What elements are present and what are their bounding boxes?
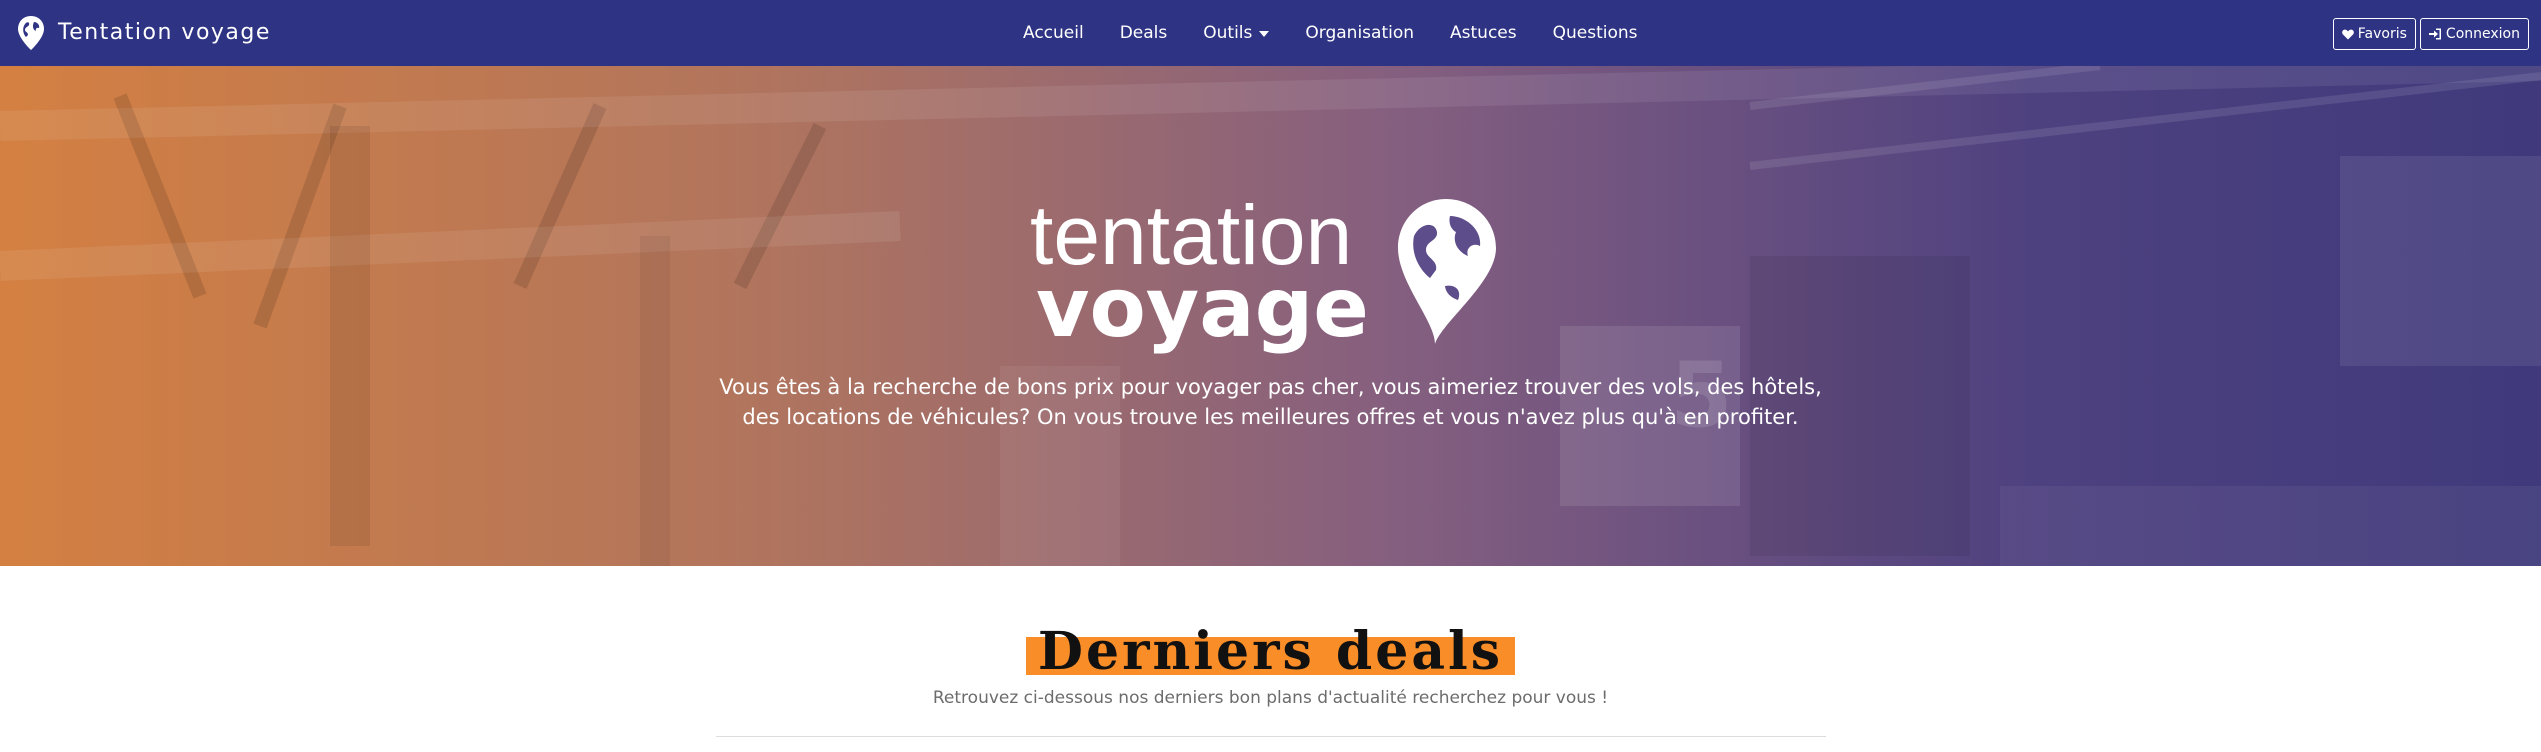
section-subtitle: Retrouvez ci-dessous nos derniers bon pl… xyxy=(932,688,1609,708)
nav-item-astuces[interactable]: Astuces xyxy=(1450,23,1517,43)
nav-item-label: Accueil xyxy=(1023,23,1084,43)
nav-item-accueil[interactable]: Accueil xyxy=(1023,23,1084,43)
nav-item-label: Organisation xyxy=(1305,23,1415,43)
section-divider xyxy=(716,736,1826,737)
nav-item-label: Questions xyxy=(1552,23,1638,43)
nav-item-label: Outils xyxy=(1203,23,1253,43)
tentation-voyage-logo: tentation voyage xyxy=(1030,196,1496,356)
brand-link[interactable]: Tentation voyage xyxy=(16,14,271,52)
main-nav: Accueil Deals Outils Organisation Astuce… xyxy=(1023,0,1674,66)
hero-description: Vous êtes à la recherche de bons prix po… xyxy=(719,375,1822,429)
sign-in-icon xyxy=(2428,28,2441,40)
hero-banner: 5 tentation voyage Vous êtes à la recher… xyxy=(0,66,2541,566)
nav-item-label: Deals xyxy=(1119,23,1168,43)
favoris-button[interactable]: Favoris xyxy=(2332,18,2416,50)
nav-item-organisation[interactable]: Organisation xyxy=(1305,23,1414,43)
connexion-button[interactable]: Connexion xyxy=(2419,18,2529,50)
brand-name: Tentation voyage xyxy=(58,20,271,45)
heart-icon xyxy=(2341,29,2354,39)
nav-item-outils[interactable]: Outils xyxy=(1203,23,1270,43)
nav-item-questions[interactable]: Questions xyxy=(1553,23,1638,43)
chevron-down-icon xyxy=(1259,31,1270,37)
favoris-label: Favoris xyxy=(2357,26,2407,42)
nav-actions: Favoris Connexion xyxy=(2329,18,2529,50)
nav-item-deals[interactable]: Deals xyxy=(1120,23,1168,43)
logo-word-voyage: voyage xyxy=(1036,261,1369,356)
nav-item-label: Astuces xyxy=(1450,23,1517,43)
globe-pin-icon xyxy=(1398,199,1496,344)
section-title-text: Derniers deals xyxy=(1037,621,1504,682)
top-navbar: Tentation voyage Accueil Deals Outils Or… xyxy=(0,0,2541,66)
globe-pin-icon xyxy=(18,16,44,50)
connexion-label: Connexion xyxy=(2445,26,2520,42)
section-title: Derniers deals xyxy=(1025,621,1516,682)
section-header: Derniers deals xyxy=(0,622,2541,682)
